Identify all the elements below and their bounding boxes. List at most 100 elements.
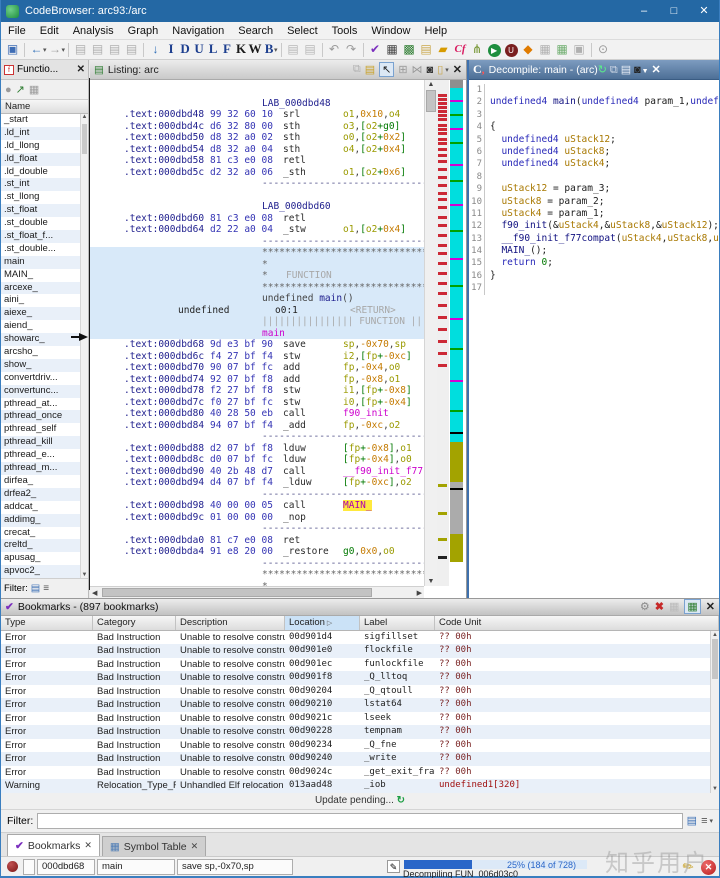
function-list-item[interactable]: dirfea_ [1,475,88,488]
menu-select[interactable]: Select [280,22,325,40]
tab-symbol-table[interactable]: ▦Symbol Table✕ [102,836,206,856]
listing-line[interactable]: -------------------------------------- [90,489,424,501]
function-list-item[interactable]: .st_float_f... [1,230,88,243]
paste-icon-b[interactable]: ▤ [302,41,319,58]
table-add-icon[interactable]: ▦ [554,41,571,58]
bookmark-row[interactable]: ErrorBad InstructionUnable to resolve co… [1,658,719,672]
listing-line[interactable]: LAB_000dbd60 [90,201,424,213]
data-type-manager-icon[interactable]: ▩ [401,41,418,58]
assist-icon[interactable]: ⊙ [595,41,612,58]
chevron-down-icon[interactable]: ▾ [709,817,713,825]
scroll-down-icon[interactable]: ▼ [425,578,437,585]
listing-line[interactable]: .text:000dbd9840 00 00 05callMAIN_ [90,500,424,512]
menu-tools[interactable]: Tools [325,22,365,40]
close-button[interactable]: ✕ [689,0,719,22]
decompile-header[interactable]: C, Decompile: main - (arc) ↻ ⧉ ▤ ◙ ▼ ✕ [469,60,720,80]
bookmark-row[interactable]: WarningRelocation_Type_R_SPAR...Unhandle… [1,779,719,793]
function-list-item[interactable]: .ld_int [1,127,88,140]
listing-line[interactable]: |||||||||||||||| FUNCTION ||||||||||||||… [90,316,424,328]
listing-line[interactable]: undefined main() [90,293,424,305]
bookmark-row[interactable]: ErrorBad InstructionUnable to resolve co… [1,631,719,645]
function-list-item[interactable]: convertdriv... [1,372,88,385]
overview-navigation-bar[interactable] [450,80,463,586]
decompiler-icon[interactable]: Cf [452,41,469,58]
function-list-item[interactable]: convertunc... [1,385,88,398]
table-export-icon[interactable]: ▦ [684,599,700,614]
diamond-icon[interactable]: ◆ [520,41,537,58]
bookmarks-close-icon[interactable]: ✕ [706,600,715,613]
chevron-down-icon[interactable]: ▼ [642,68,649,75]
menu-analysis[interactable]: Analysis [66,22,121,40]
function-list-item[interactable]: MAIN_ [1,269,88,282]
listing-line[interactable]: .text:000dbd4cd6 32 80 00stho3,[o2+g0] [90,121,424,133]
menu-graph[interactable]: Graph [121,22,166,40]
tab-close-icon[interactable]: ✕ [191,841,199,852]
listing-line[interactable]: .text:000dbd8cd0 07 bf fclduw[fp+-0x4],o… [90,454,424,466]
listing-line[interactable]: -------------------------------------- [90,236,424,248]
undo-icon[interactable]: ↶ [326,41,343,58]
bookmarks-scrollbar[interactable]: ▲ ▼ [710,631,719,793]
decompile-line[interactable]: 5 undefined4 uStack12; [469,134,720,146]
listing-line[interactable]: ************************************** [90,247,424,259]
function-list-item[interactable]: show_ [1,359,88,372]
listing-line[interactable]: .text:000dbd94d4 07 bf f4_lduw[fp+-0xc],… [90,477,424,489]
function-list-item[interactable]: main [1,256,88,269]
function-list-item[interactable]: arcexe_ [1,282,88,295]
listing-line[interactable]: .text:000dbd5cd2 32 a0 06_stho1,[o2+0x6] [90,167,424,179]
decompile-line[interactable]: 8 [469,171,720,183]
back-icon[interactable]: ← [28,41,45,58]
function-list-item[interactable]: .ld_float [1,153,88,166]
copy-icon[interactable]: ⧉ [610,64,618,76]
settings-gear-icon[interactable]: ⚙ [640,600,650,613]
bookmark-row[interactable]: ErrorBad InstructionUnable to resolve co… [1,685,719,699]
column-header-category[interactable]: Category [93,616,176,630]
export-function-icon[interactable]: ▤ [621,64,631,76]
menu-navigation[interactable]: Navigation [165,22,231,40]
decompile-line[interactable]: 9 uStack12 = param_3; [469,183,720,195]
function-list-item[interactable]: pthread_once [1,410,88,423]
chevron-down-icon[interactable]: ▾ [445,66,449,74]
letter-I-icon[interactable]: I [164,41,178,58]
export-icon[interactable]: ↗ [16,83,25,96]
table-icon[interactable]: ▦ [537,41,554,58]
listing-line[interactable]: .text:000dbd7492 07 bf f8addfp,-0x8,o1 [90,374,424,386]
cursor-tool-icon[interactable]: ↖ [379,62,394,77]
decompile-line[interactable]: 12 f90_init(&uStack4,&uStack8,&uStack12)… [469,220,720,232]
refresh-icon[interactable]: ↻ [598,64,607,76]
listing-line[interactable] [90,190,424,202]
filter-settings-icon[interactable]: ≡ [701,815,707,827]
paste-icon[interactable]: ▤ [365,63,375,76]
filter-doc-icon[interactable]: ▤ [687,814,697,827]
decompile-code[interactable]: 12undefined4 main(undefined4 param_1,und… [469,80,720,598]
column-header-type[interactable]: Type [1,616,93,630]
byte-viewer-icon[interactable]: ▦ [384,41,401,58]
bookmark-row[interactable]: ErrorBad InstructionUnable to resolve co… [1,725,719,739]
function-list-item[interactable]: aini_ [1,294,88,307]
decompile-line[interactable]: 3 [469,109,720,121]
decompile-line[interactable]: 4{ [469,121,720,133]
listing-line[interactable]: .text:000dbd8040 28 50 ebcallf90_init [90,408,424,420]
decompile-line[interactable]: 10 uStack8 = param_2; [469,196,720,208]
validate-icon[interactable]: ✔ [367,41,384,58]
listing-hscrollbar[interactable]: ◀ ▶ [90,586,424,598]
letter-W-icon[interactable]: W [248,41,262,58]
decompile-line[interactable]: 17 [469,282,720,294]
maximize-button[interactable]: □ [659,0,689,22]
tab-close-icon[interactable]: ✕ [84,840,92,851]
function-list-item[interactable]: apusag_ [1,552,88,565]
function-list-item[interactable]: _start [1,114,88,127]
bookmark-row[interactable]: ErrorBad InstructionUnable to resolve co… [1,766,719,780]
decompile-line[interactable]: 7 undefined4 uStack4; [469,158,720,170]
decompile-close-icon[interactable]: ✕ [651,64,660,76]
listing-line[interactable]: .text:000dbda491 e8 20 00_restoreg0,0x0,… [90,546,424,558]
column-header-code-unit[interactable]: Code Unit [435,616,719,630]
listing-vscrollbar[interactable]: ▲ ▼ [424,80,437,586]
function-list-item[interactable]: .ld_llong [1,140,88,153]
function-list-item[interactable]: .ld_double [1,166,88,179]
listing-line[interactable]: .text:000dbd50d8 32 a0 02stho0,[o2+0x2] [90,132,424,144]
listing-line[interactable]: .text:000dbd6cf4 27 bf f4stwi2,[fp+-0xc] [90,351,424,363]
menu-search[interactable]: Search [231,22,280,40]
diff-view-icon[interactable]: ⊞ [398,63,407,76]
decompile-line[interactable]: 13 __f90_init_f77compat(uStack4,uStack8,… [469,233,720,245]
snapshot-camera-icon[interactable]: ◙ [634,64,641,76]
